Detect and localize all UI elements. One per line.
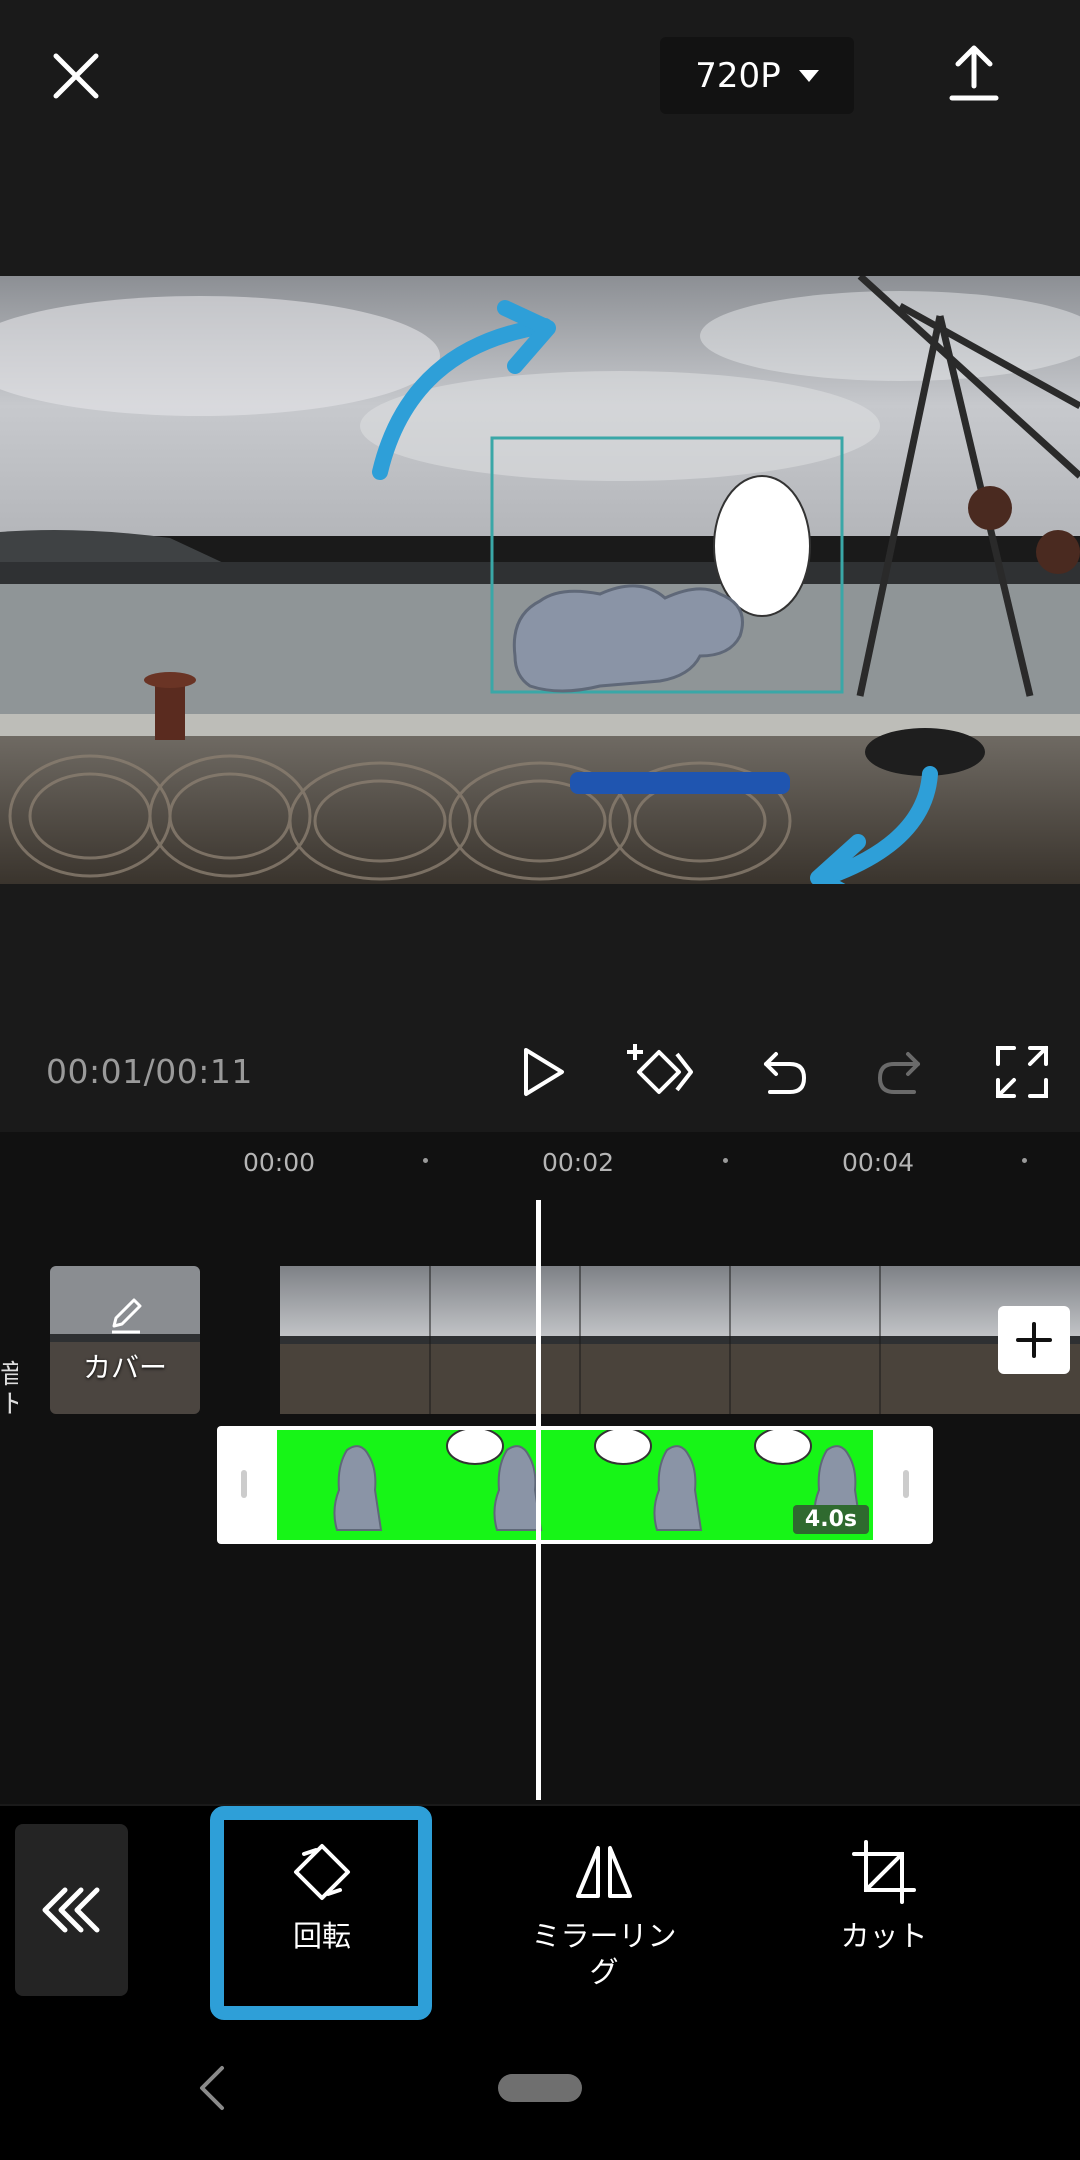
redo-button[interactable] — [870, 1040, 934, 1104]
video-frame — [580, 1266, 730, 1414]
ruler-dot — [423, 1158, 428, 1163]
buoy — [968, 486, 1012, 530]
bollard — [155, 680, 185, 740]
video-preview[interactable] — [0, 276, 1080, 884]
resolution-dropdown[interactable]: 720P — [660, 37, 854, 114]
chevron-down-icon — [798, 69, 819, 82]
main-video-track[interactable] — [280, 1266, 1080, 1414]
clip-duration-badge: 4.0s — [792, 1505, 869, 1534]
ruler-time-label: 00:04 — [842, 1148, 915, 1177]
add-keyframe-icon — [627, 1044, 693, 1094]
plus-icon — [1016, 1322, 1052, 1358]
buoy — [1036, 530, 1080, 574]
cover-label: カバー — [82, 1351, 167, 1384]
overlay-clip-frames: 4.0s — [277, 1430, 873, 1540]
double-chevron-left-icon — [42, 1887, 100, 1933]
cover-button[interactable]: カバー — [50, 1266, 200, 1414]
cover-thumbnail — [50, 1266, 200, 1414]
upload-icon — [949, 45, 999, 101]
export-button[interactable] — [948, 44, 1000, 102]
crop-tool-button[interactable]: カット — [784, 1840, 984, 2020]
crop-icon — [852, 1840, 916, 1904]
ruler-time-label: 00:02 — [542, 1148, 615, 1177]
nav-home-pill[interactable] — [498, 2074, 582, 2102]
fullscreen-button[interactable] — [990, 1040, 1054, 1104]
overlay-thumbnails — [333, 1430, 863, 1531]
video-frame — [280, 1266, 430, 1414]
trim-handle-left[interactable] — [241, 1470, 247, 1498]
sticker-overlay-clip[interactable]: 4.0s — [217, 1426, 933, 1544]
redo-icon — [878, 1052, 920, 1094]
crop-label: カット — [840, 1919, 928, 1953]
nav-back-button[interactable] — [192, 2064, 232, 2112]
add-clip-button[interactable] — [998, 1306, 1070, 1374]
fullscreen-icon — [996, 1046, 1048, 1098]
video-frame — [730, 1266, 880, 1414]
cloud — [360, 371, 880, 481]
mirror-icon — [576, 1846, 632, 1898]
video-frame — [430, 1266, 580, 1414]
blue-tarp — [570, 772, 790, 794]
resolution-label: 720P — [695, 55, 781, 96]
mirror-tool-button[interactable]: ミラーリング — [504, 1840, 704, 2020]
ruler-time-label: 00:00 — [243, 1148, 316, 1177]
close-button[interactable] — [50, 50, 102, 102]
playhead[interactable] — [536, 1200, 541, 1800]
mirror-label: ミラーリング — [531, 1919, 677, 1989]
highlight-annotation-box — [210, 1806, 432, 2020]
play-button[interactable] — [510, 1040, 574, 1104]
timecode: 00:01/00:11 — [46, 1052, 253, 1091]
breakwater — [0, 562, 1080, 584]
undo-button[interactable] — [750, 1040, 814, 1104]
thought-bubble — [713, 475, 811, 617]
collapse-toolbar-button[interactable] — [15, 1824, 128, 1996]
ruler-dot — [1022, 1158, 1027, 1163]
ruler-dot — [723, 1158, 728, 1163]
add-keyframe-button[interactable] — [625, 1040, 695, 1104]
play-icon — [524, 1048, 564, 1096]
chevron-left-icon — [200, 2066, 224, 2110]
undo-icon — [764, 1052, 806, 1094]
bollard-top — [144, 672, 196, 688]
audio-track-label[interactable]: 音 ト — [0, 1360, 18, 1420]
trim-handle-right[interactable] — [903, 1470, 909, 1498]
close-icon — [53, 53, 99, 99]
